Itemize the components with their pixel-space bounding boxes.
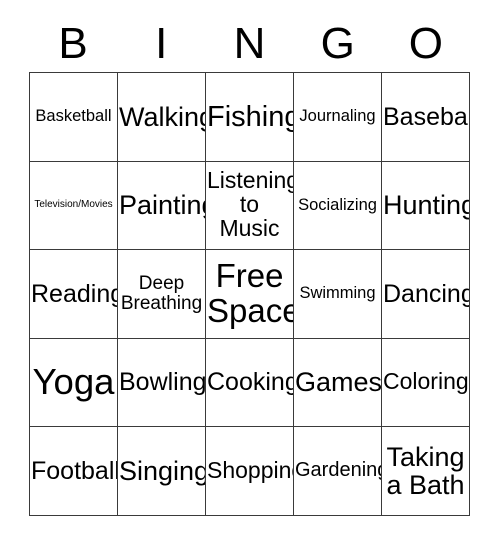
bingo-cell-label: Football (31, 456, 118, 485)
bingo-cell-label: Deep Breathing (120, 273, 203, 314)
bingo-cell[interactable]: Walking (118, 73, 206, 162)
bingo-cell[interactable]: Dancing (382, 250, 470, 339)
bingo-cell-label: Coloring (383, 368, 469, 395)
bingo-cell-label: Games (295, 367, 382, 398)
bingo-cell[interactable]: Bowling (118, 338, 206, 427)
bingo-cell-label: Fishing (207, 100, 294, 133)
bingo-cell[interactable]: Cooking (206, 338, 294, 427)
bingo-cell[interactable]: Journaling (294, 73, 382, 162)
bingo-header-letter-o: O (408, 19, 443, 68)
bingo-cell[interactable]: Socializing (294, 161, 382, 250)
bingo-cell[interactable]: Singing (118, 427, 206, 516)
bingo-cell-free-space[interactable]: Free Space (206, 250, 294, 339)
bingo-cell[interactable]: Coloring (382, 338, 470, 427)
bingo-cell-label: Socializing (298, 195, 377, 214)
bingo-cell-label: Listening to Music (207, 167, 294, 242)
bingo-header-letter-g: G (320, 19, 355, 68)
bingo-cell-label: Walking (119, 101, 206, 132)
bingo-cell[interactable]: Games (294, 338, 382, 427)
bingo-cell[interactable]: Baseball (382, 73, 470, 162)
bingo-cell[interactable]: Reading (30, 250, 118, 339)
bingo-cell[interactable]: Basketball (30, 73, 118, 162)
bingo-cell[interactable]: Listening to Music (206, 161, 294, 250)
bingo-cell-label: Free Space (207, 257, 294, 329)
bingo-cell-label: Baseball (383, 102, 470, 131)
bingo-cell-label: Shopping (207, 456, 293, 483)
bingo-header-row: BINGO (29, 0, 470, 72)
bingo-cell-label: Dancing (383, 279, 470, 308)
bingo-cell[interactable]: Fishing (206, 73, 294, 162)
bingo-cell-label: Yoga (32, 361, 115, 403)
bingo-cell[interactable]: Television/Movies (30, 161, 118, 250)
bingo-cell-label: Reading (31, 279, 118, 308)
bingo-cell-label: Television/Movies (34, 199, 113, 211)
bingo-cell[interactable]: Football (30, 427, 118, 516)
bingo-cell-label: Cooking (207, 368, 294, 397)
bingo-cell[interactable]: Deep Breathing (118, 250, 206, 339)
bingo-header-letter-b: B (58, 19, 88, 68)
bingo-cell[interactable]: Hunting (382, 161, 470, 250)
bingo-card: B I N G O Basketball Walking Fishing Journaling… (29, 0, 470, 516)
bingo-cell-label: Gardening (295, 459, 382, 482)
bingo-cell[interactable]: Yoga (30, 338, 118, 427)
bingo-header-letter-i: I (155, 19, 168, 68)
bingo-cell[interactable]: Painting (118, 161, 206, 250)
bingo-cell-label: Basketball (35, 107, 112, 126)
bingo-cell-label: Bowling (119, 368, 206, 397)
bingo-cell[interactable]: Taking a Bath (382, 427, 470, 516)
bingo-cell-label: Swimming (299, 284, 376, 303)
bingo-header-letter-n: N (233, 19, 266, 68)
bingo-cell-label: Journaling (299, 107, 376, 126)
bingo-cell-label: Taking a Bath (386, 441, 465, 500)
bingo-cell-label: Painting (119, 190, 205, 221)
bingo-cell-label: Hunting (383, 190, 470, 221)
bingo-cell-label: Singing (119, 455, 206, 486)
bingo-grid: Basketball Walking Fishing Journaling Baseba… (29, 72, 470, 516)
bingo-cell[interactable]: Shopping (206, 427, 294, 516)
bingo-cell[interactable]: Gardening (294, 427, 382, 516)
bingo-cell[interactable]: Swimming (294, 250, 382, 339)
